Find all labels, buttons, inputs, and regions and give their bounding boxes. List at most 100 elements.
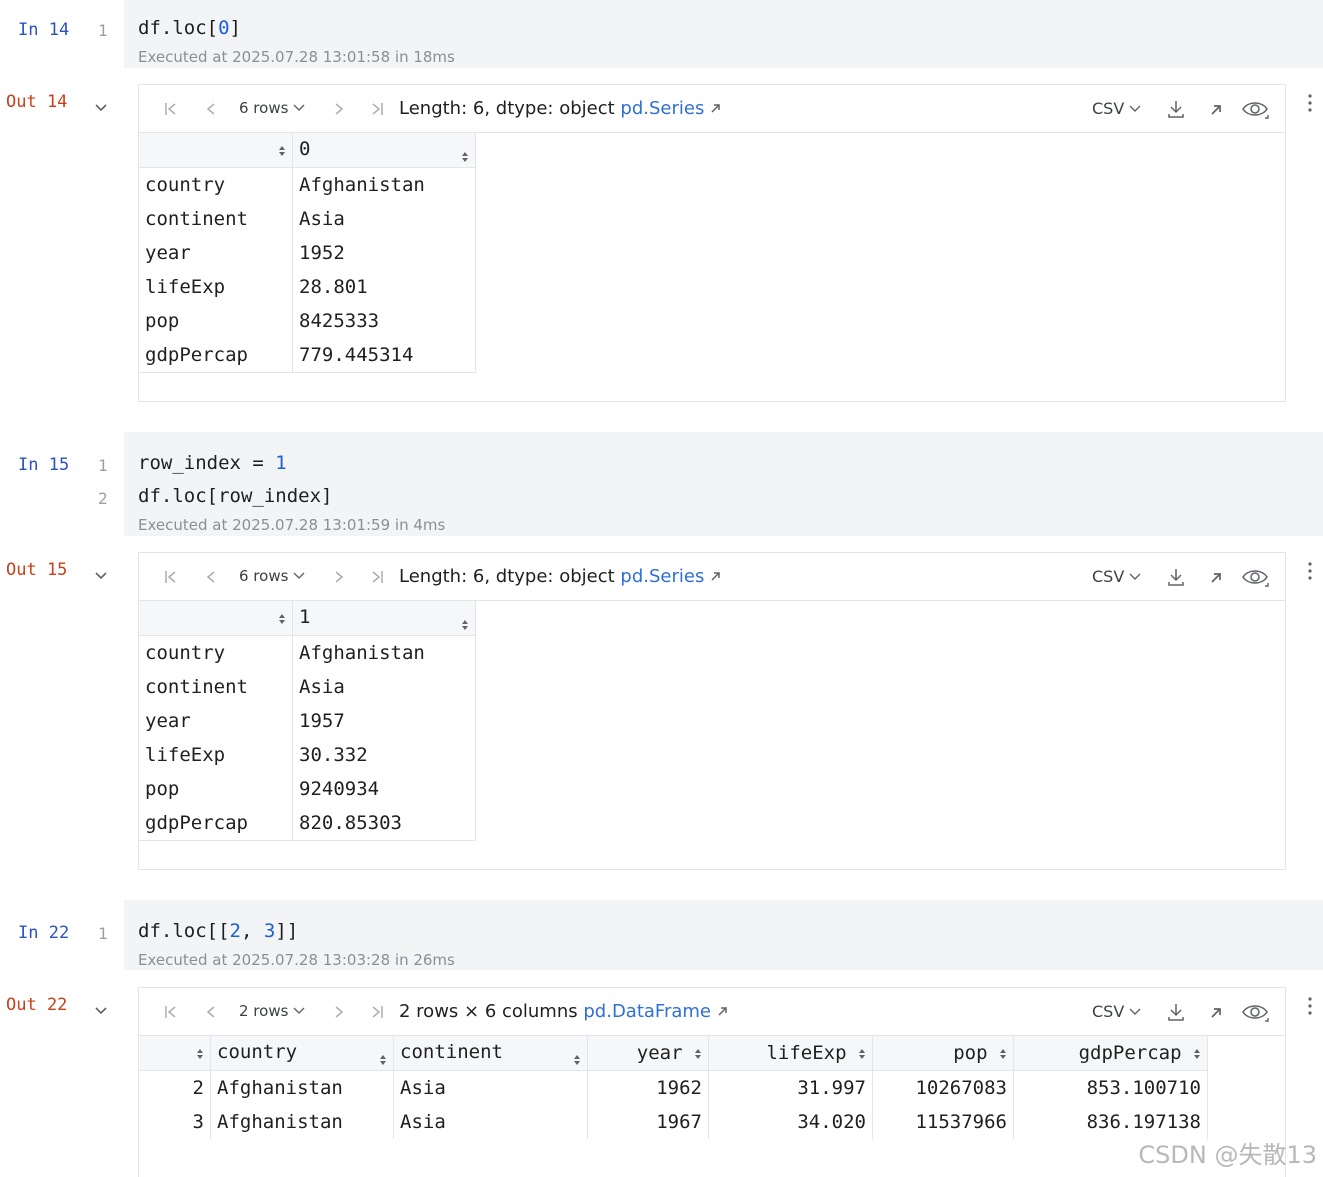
next-page-icon[interactable] (331, 569, 347, 585)
cell-year: 1967 (587, 1105, 709, 1139)
external-link-icon (718, 1007, 727, 1016)
collapse-chevron-icon[interactable] (94, 100, 108, 114)
prev-page-icon[interactable] (203, 101, 219, 117)
code-number-token: 1 (275, 452, 287, 474)
sort-icon (1194, 1048, 1200, 1059)
column-header[interactable]: lifeExp (708, 1036, 873, 1071)
column-header-label: country (217, 1040, 298, 1063)
row-index: 2 (139, 1070, 211, 1105)
row-key: pop (139, 772, 293, 806)
first-page-icon[interactable] (163, 1004, 179, 1020)
next-page-icon[interactable] (331, 1004, 347, 1020)
row-value: Asia (292, 202, 476, 236)
last-page-icon[interactable] (369, 101, 385, 117)
sort-icon (1000, 1048, 1006, 1059)
cell-country: Afghanistan (210, 1070, 394, 1105)
collapse-chevron-icon[interactable] (94, 568, 108, 582)
table-row: lifeExp 28.801 (139, 270, 476, 304)
sort-icon (380, 1054, 386, 1065)
rows-dropdown[interactable]: 6 rows (239, 85, 305, 132)
row-value: 779.445314 (292, 338, 476, 373)
row-key: country (139, 167, 293, 202)
table-row: 3 Afghanistan Asia 1967 34.020 11537966 … (139, 1105, 1208, 1139)
info-text: Length: 6, dtype: object (399, 566, 615, 587)
cell-continent: Asia (393, 1070, 588, 1105)
csv-dropdown[interactable]: CSV (1092, 85, 1141, 132)
index-header[interactable] (139, 601, 293, 636)
last-page-icon[interactable] (369, 569, 385, 585)
code-line[interactable]: df.loc[[2, 3]] (138, 920, 298, 942)
chevron-down-icon (1129, 573, 1141, 580)
line-number: 1 (98, 924, 108, 943)
open-in-new-icon[interactable] (1209, 1006, 1223, 1020)
table-row: lifeExp 30.332 (139, 738, 476, 772)
type-link[interactable]: pd.Series (620, 98, 704, 119)
kebab-menu-icon[interactable] (1302, 561, 1318, 581)
index-header[interactable] (139, 1036, 211, 1071)
chevron-down-icon (293, 1007, 305, 1014)
open-in-new-icon[interactable] (1209, 103, 1223, 117)
rows-label: 6 rows (239, 567, 289, 585)
chevron-down-icon (293, 572, 305, 579)
table-row: pop 9240934 (139, 772, 476, 806)
eye-icon[interactable] (1241, 566, 1269, 588)
table-row: gdpPercap 779.445314 (139, 338, 476, 373)
collapse-chevron-icon[interactable] (94, 1003, 108, 1017)
eye-icon[interactable] (1241, 1001, 1269, 1023)
code-line[interactable]: df.loc[row_index] (138, 485, 332, 507)
type-link[interactable]: pd.DataFrame (583, 1001, 711, 1022)
sort-icon (462, 151, 468, 162)
row-key: continent (139, 670, 293, 704)
csv-dropdown[interactable]: CSV (1092, 988, 1141, 1035)
rows-dropdown[interactable]: 2 rows (239, 988, 305, 1035)
out-label: Out 14 (6, 92, 68, 112)
table-header-row: country continent year lifeExp pop gdpPe… (139, 1036, 1208, 1071)
row-value: 8425333 (292, 304, 476, 338)
index-header[interactable] (139, 133, 293, 168)
column-header[interactable]: gdpPercap (1013, 1036, 1208, 1071)
next-page-icon[interactable] (331, 101, 347, 117)
code-number-token: 3 (263, 920, 276, 942)
chevron-down-icon (1129, 105, 1141, 112)
first-page-icon[interactable] (163, 101, 179, 117)
open-in-new-icon[interactable] (1209, 571, 1223, 585)
prev-page-icon[interactable] (203, 1004, 219, 1020)
table-row: country Afghanistan (139, 635, 476, 670)
last-page-icon[interactable] (369, 1004, 385, 1020)
kebab-menu-icon[interactable] (1302, 996, 1318, 1016)
code-line[interactable]: df.loc[0] (138, 17, 241, 39)
table-row: year 1957 (139, 704, 476, 738)
rows-dropdown[interactable]: 6 rows (239, 553, 305, 600)
column-header[interactable]: country (210, 1036, 394, 1071)
series-table: 1 country Afghanistan continent Asia year 1… (139, 601, 476, 841)
execution-info: Executed at 2025.07.28 13:01:59 in 4ms (138, 516, 446, 534)
download-icon[interactable] (1166, 1002, 1186, 1022)
row-key: country (139, 635, 293, 670)
column-header[interactable]: continent (393, 1036, 588, 1071)
kebab-menu-icon[interactable] (1302, 93, 1318, 113)
column-header[interactable]: pop (872, 1036, 1014, 1071)
sort-icon (279, 613, 285, 624)
watermark: CSDN @失散13 (1138, 1141, 1317, 1169)
first-page-icon[interactable] (163, 569, 179, 585)
prev-page-icon[interactable] (203, 569, 219, 585)
code-line[interactable]: row_index = 1 (138, 452, 287, 474)
download-icon[interactable] (1166, 567, 1186, 587)
download-icon[interactable] (1166, 99, 1186, 119)
type-link[interactable]: pd.Series (620, 566, 704, 587)
output-info: Length: 6, dtype: object pd.Series (399, 553, 721, 600)
column-header[interactable]: 1 (292, 601, 476, 636)
code-token: ] (229, 17, 241, 39)
column-header[interactable]: 0 (292, 133, 476, 168)
eye-icon[interactable] (1241, 98, 1269, 120)
csv-dropdown[interactable]: CSV (1092, 553, 1141, 600)
cell-pop: 11537966 (872, 1105, 1014, 1139)
column-header[interactable]: year (587, 1036, 709, 1071)
output-info: Length: 6, dtype: object pd.Series (399, 85, 721, 132)
column-header-label: gdpPercap (1078, 1042, 1182, 1064)
code-token: , (240, 920, 264, 942)
dataframe-table: country continent year lifeExp pop gdpPe… (139, 1036, 1208, 1139)
info-text: 2 rows × 6 columns (399, 1001, 578, 1022)
line-number: 1 (98, 21, 108, 40)
table-row: gdpPercap 820.85303 (139, 806, 476, 841)
